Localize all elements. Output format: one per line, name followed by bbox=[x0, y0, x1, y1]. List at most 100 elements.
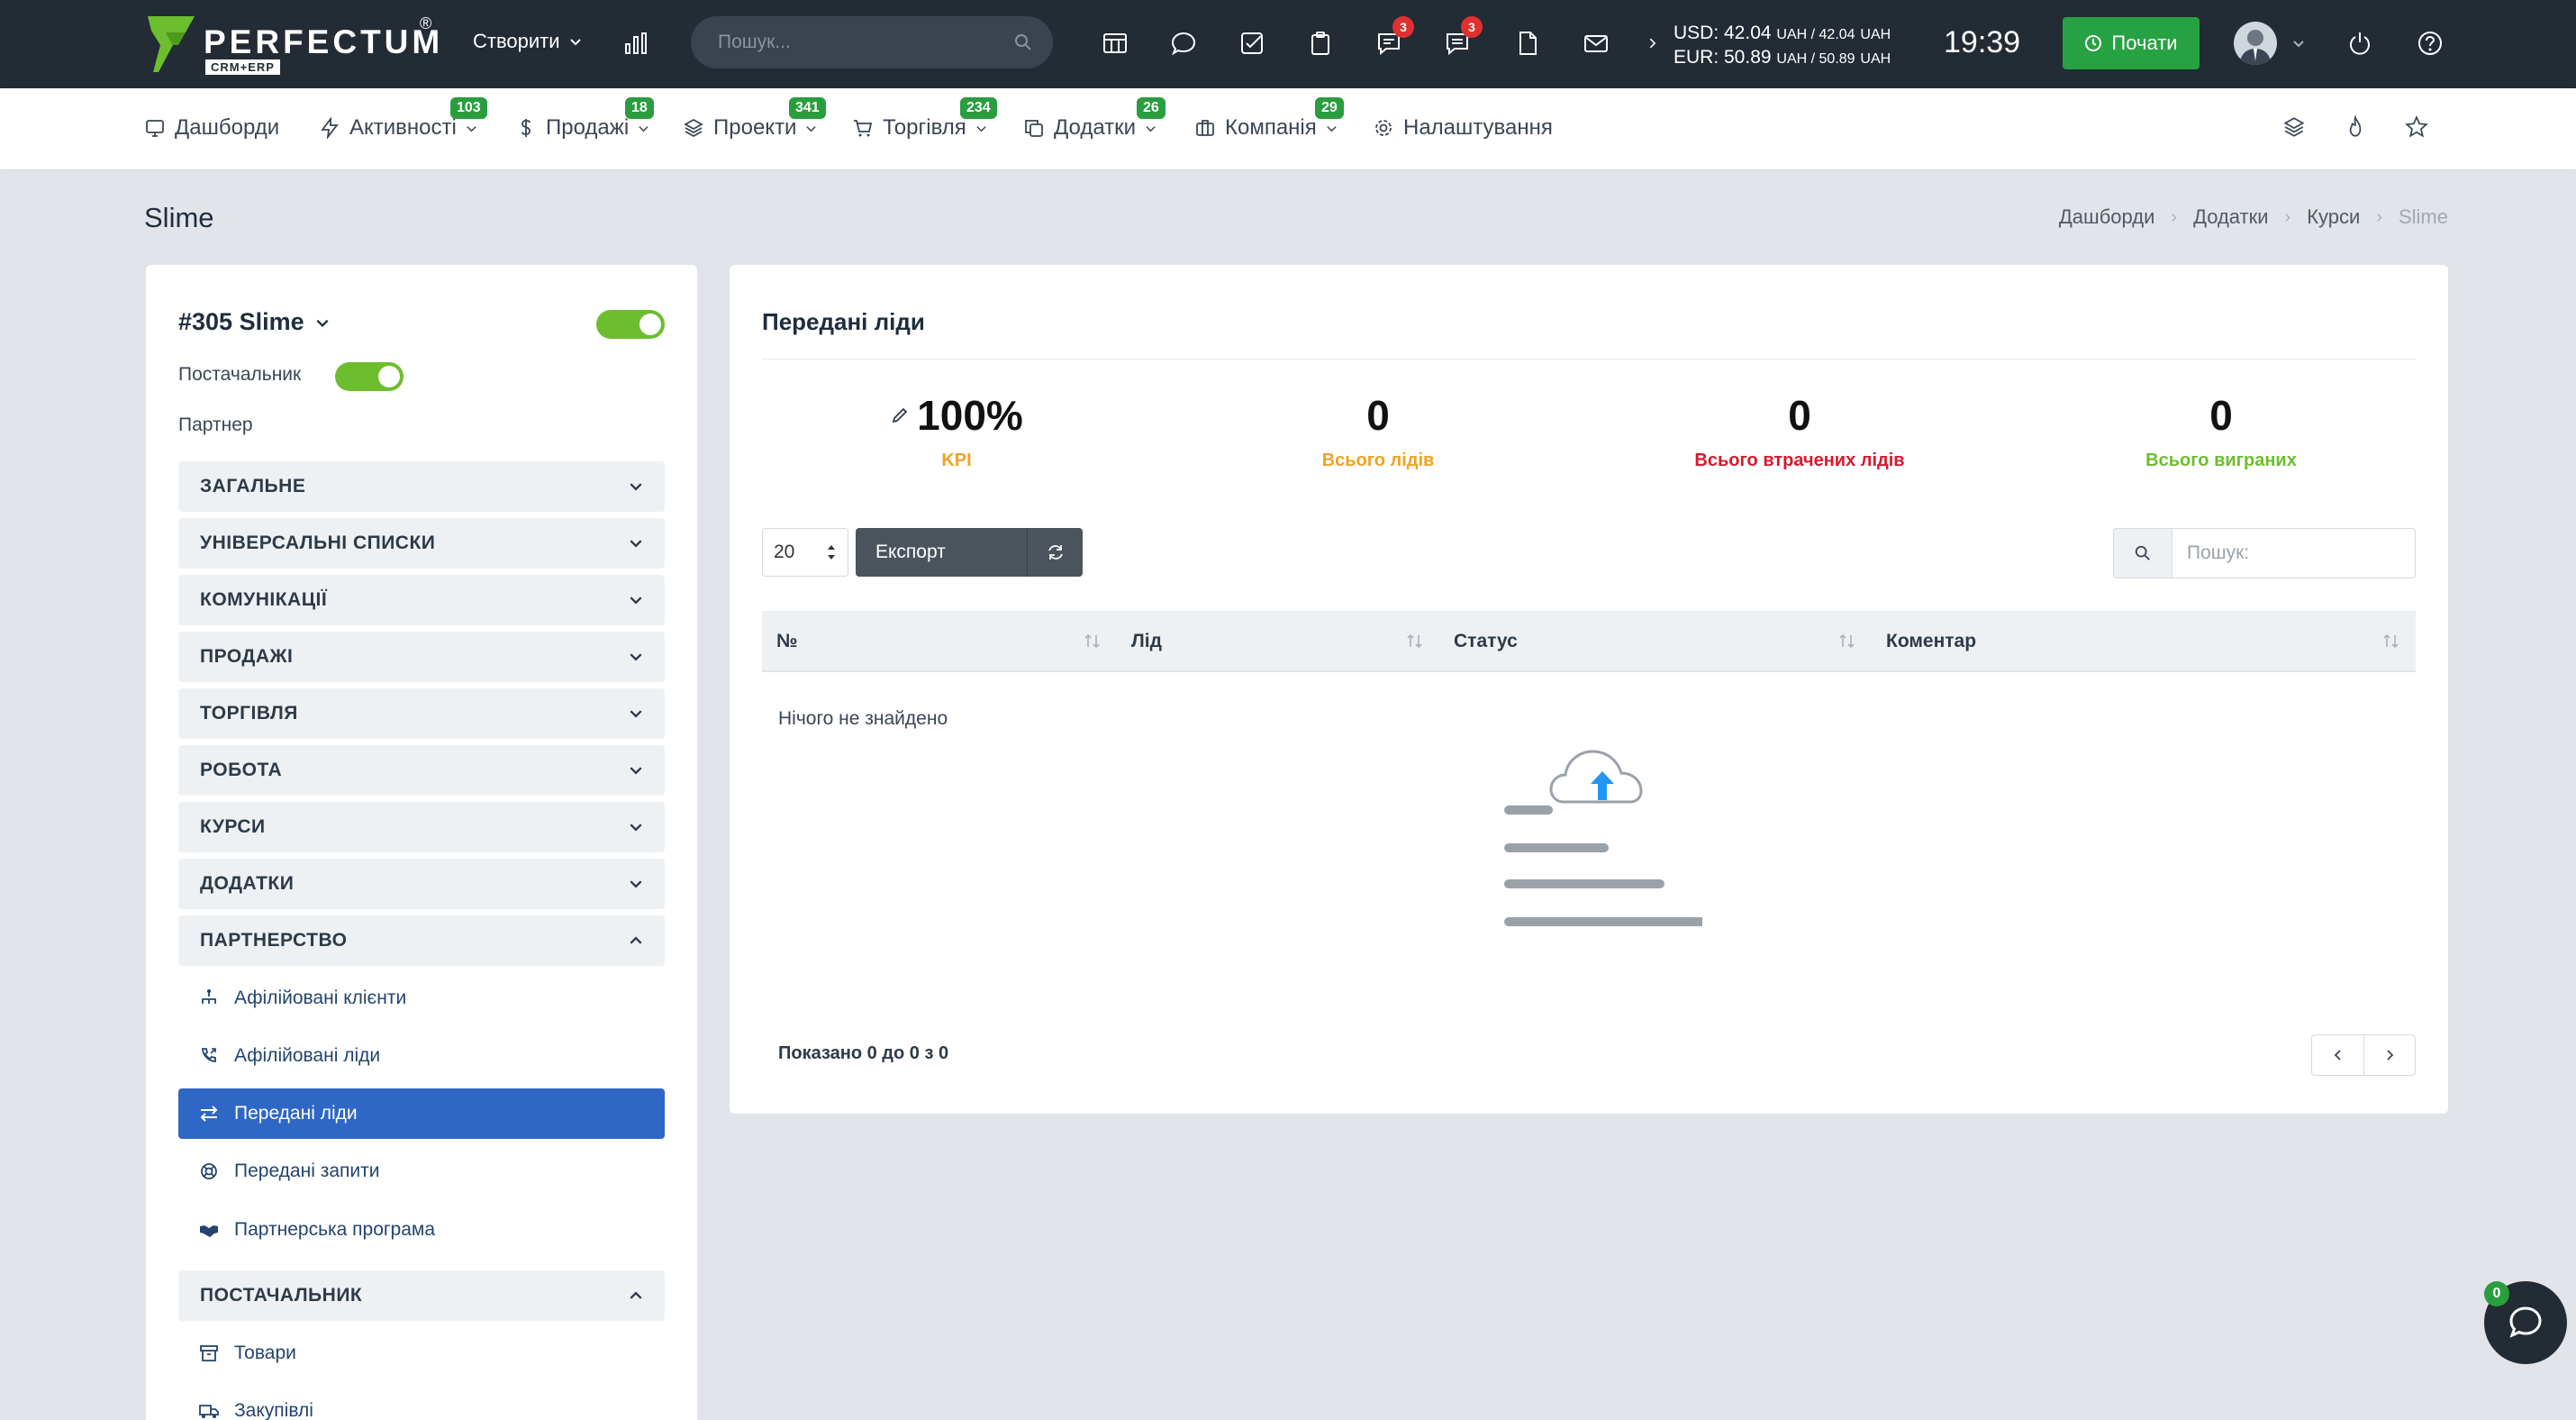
column-status[interactable]: Статус bbox=[1439, 611, 1872, 672]
column-lead[interactable]: Лід bbox=[1117, 611, 1439, 672]
section-general[interactable]: ЗАГАЛЬНЕ bbox=[178, 461, 665, 512]
document-icon[interactable] bbox=[1510, 25, 1546, 61]
next-page-button[interactable] bbox=[2363, 1034, 2416, 1076]
sidebar-item-affiliated-clients[interactable]: Афілійовані клієнти bbox=[178, 973, 665, 1024]
table-search bbox=[2113, 528, 2416, 578]
table-search-input[interactable] bbox=[2172, 528, 2416, 578]
export-button[interactable]: Експорт bbox=[856, 528, 1027, 577]
section-sales[interactable]: ПРОДАЖІ bbox=[178, 632, 665, 682]
section-label: РОБОТА bbox=[200, 760, 283, 780]
nav-sales-label: Продажі bbox=[546, 115, 630, 140]
logo-text: PERFECTUM bbox=[204, 23, 444, 60]
sidebar-item-transferred-leads[interactable]: Передані ліди bbox=[178, 1088, 665, 1139]
sort-icon bbox=[1407, 633, 1422, 649]
clipboard-icon[interactable] bbox=[1302, 25, 1338, 61]
section-label: ДОДАТКИ bbox=[200, 873, 295, 894]
chevron-down-icon bbox=[639, 125, 649, 132]
chevron-down-icon bbox=[806, 125, 817, 132]
chevron-down-icon bbox=[316, 319, 329, 327]
lost-leads-block: 0 Всього втрачених лідів bbox=[1619, 391, 1980, 471]
nav-company[interactable]: Компанія 29 bbox=[1194, 97, 1344, 141]
chevron-right-icon bbox=[2387, 1050, 2394, 1060]
section-partnership[interactable]: ПАРТНЕРСТВО bbox=[178, 915, 665, 966]
breadcrumb-item[interactable]: Додатки bbox=[2193, 205, 2268, 229]
pagination-info: Показано 0 до 0 з 0 bbox=[778, 1043, 949, 1063]
section-addons[interactable]: ДОДАТКИ bbox=[178, 859, 665, 909]
section-courses[interactable]: КУРСИ bbox=[178, 802, 665, 852]
tasks-check-icon[interactable] bbox=[1234, 25, 1270, 61]
breadcrumb: Дашборди › Додатки › Курси › Slime bbox=[2059, 205, 2448, 229]
power-icon[interactable] bbox=[2342, 25, 2378, 61]
search-icon[interactable] bbox=[1013, 32, 1033, 52]
prev-page-button[interactable] bbox=[2311, 1034, 2363, 1076]
chevron-right-icon[interactable] bbox=[1639, 25, 1666, 61]
section-universal-lists[interactable]: УНІВЕРСАЛЬНІ СПИСКИ bbox=[178, 518, 665, 569]
nav-dashboards[interactable]: Дашборди bbox=[144, 115, 279, 141]
sidebar-item-transferred-requests[interactable]: Передані запити bbox=[178, 1146, 665, 1197]
section-communications[interactable]: КОМУНІКАЦІЇ bbox=[178, 575, 665, 625]
chevron-down-icon bbox=[630, 653, 642, 661]
dollar-icon bbox=[522, 119, 531, 137]
nav-company-badge: 29 bbox=[1315, 97, 1344, 119]
supplier-label: Постачальник bbox=[178, 364, 302, 385]
avatar[interactable] bbox=[2234, 22, 2277, 65]
sidebar-item-partner-program[interactable]: Партнерська програма bbox=[178, 1205, 665, 1255]
start-timer-button[interactable]: Почати bbox=[2063, 17, 2200, 69]
nav-addons[interactable]: Додатки 26 bbox=[1023, 97, 1166, 141]
handshake-icon bbox=[200, 1225, 218, 1237]
reports-chart-icon[interactable] bbox=[618, 25, 654, 61]
entity-title-text: #305 Slime bbox=[178, 308, 304, 335]
lifebuoy-icon bbox=[201, 1163, 217, 1179]
sidebar-item-products[interactable]: Товари bbox=[178, 1328, 665, 1379]
section-work[interactable]: РОБОТА bbox=[178, 745, 665, 796]
nav-trade[interactable]: Торгівля 234 bbox=[852, 97, 997, 141]
chevron-down-icon[interactable] bbox=[2288, 25, 2309, 61]
star-icon[interactable] bbox=[2405, 115, 2432, 142]
chevron-down-icon bbox=[630, 710, 642, 718]
cart-icon bbox=[854, 120, 873, 137]
create-menu[interactable]: Створити bbox=[473, 30, 582, 53]
page-length-select[interactable]: 20 bbox=[762, 528, 848, 577]
column-comment[interactable]: Коментар bbox=[1872, 611, 2416, 672]
pencil-icon[interactable] bbox=[890, 405, 910, 425]
truck-icon bbox=[199, 1405, 219, 1418]
chevron-up-icon bbox=[630, 1291, 642, 1299]
entity-active-toggle[interactable] bbox=[596, 310, 665, 339]
chevron-down-icon bbox=[976, 125, 986, 132]
calendar-grid-icon[interactable] bbox=[1097, 25, 1133, 61]
nav-sales[interactable]: Продажі 18 bbox=[515, 97, 654, 141]
section-supplier[interactable]: ПОСТАЧАЛЬНИК bbox=[178, 1270, 665, 1321]
help-icon[interactable] bbox=[2412, 25, 2448, 61]
global-search-input[interactable] bbox=[718, 29, 988, 56]
column-label: № bbox=[776, 631, 798, 651]
search-icon[interactable] bbox=[2113, 528, 2172, 578]
supplier-toggle[interactable] bbox=[335, 362, 404, 391]
sidebar-item-purchases[interactable]: Закупівлі bbox=[178, 1386, 665, 1420]
breadcrumb-item[interactable]: Дашборди bbox=[2059, 205, 2154, 229]
chat-bubble-icon[interactable] bbox=[1166, 25, 1202, 61]
nav-company-label: Компанія bbox=[1225, 115, 1317, 140]
messages-icon[interactable]: 3 bbox=[1439, 16, 1483, 61]
pagination bbox=[2311, 1034, 2416, 1076]
logo-registered-mark: ® bbox=[420, 14, 432, 32]
nav-settings[interactable]: Налаштування bbox=[1373, 115, 1553, 141]
column-number[interactable]: № bbox=[762, 611, 1117, 672]
main-nav: Дашборди Активності 103 Продажі 18 Проек… bbox=[0, 88, 2576, 169]
nav-activities[interactable]: Активності 103 bbox=[319, 97, 487, 141]
logo[interactable]: PERFECTUM CRM+ERP ® bbox=[144, 13, 440, 76]
mail-icon[interactable] bbox=[1578, 25, 1614, 61]
chevron-down-icon bbox=[630, 540, 642, 548]
breadcrumb-separator-icon: › bbox=[2376, 206, 2382, 227]
section-trade[interactable]: ТОРГІВЛЯ bbox=[178, 688, 665, 739]
refresh-button[interactable] bbox=[1027, 528, 1083, 577]
chat-notifications-badge: 3 bbox=[1392, 16, 1414, 38]
chat-notifications-icon[interactable]: 3 bbox=[1371, 16, 1414, 61]
won-leads-caption: Всього виграних bbox=[2145, 451, 2297, 470]
breadcrumb-item[interactable]: Курси bbox=[2307, 205, 2360, 229]
sidebar-item-affiliated-leads[interactable]: Афілійовані ліди bbox=[178, 1031, 665, 1081]
global-search[interactable] bbox=[691, 16, 1053, 68]
layers-icon[interactable] bbox=[2282, 115, 2309, 142]
entity-title[interactable]: #305 Slime bbox=[178, 308, 330, 336]
nav-projects[interactable]: Проекти 341 bbox=[683, 97, 826, 141]
fire-icon[interactable] bbox=[2344, 115, 2371, 142]
